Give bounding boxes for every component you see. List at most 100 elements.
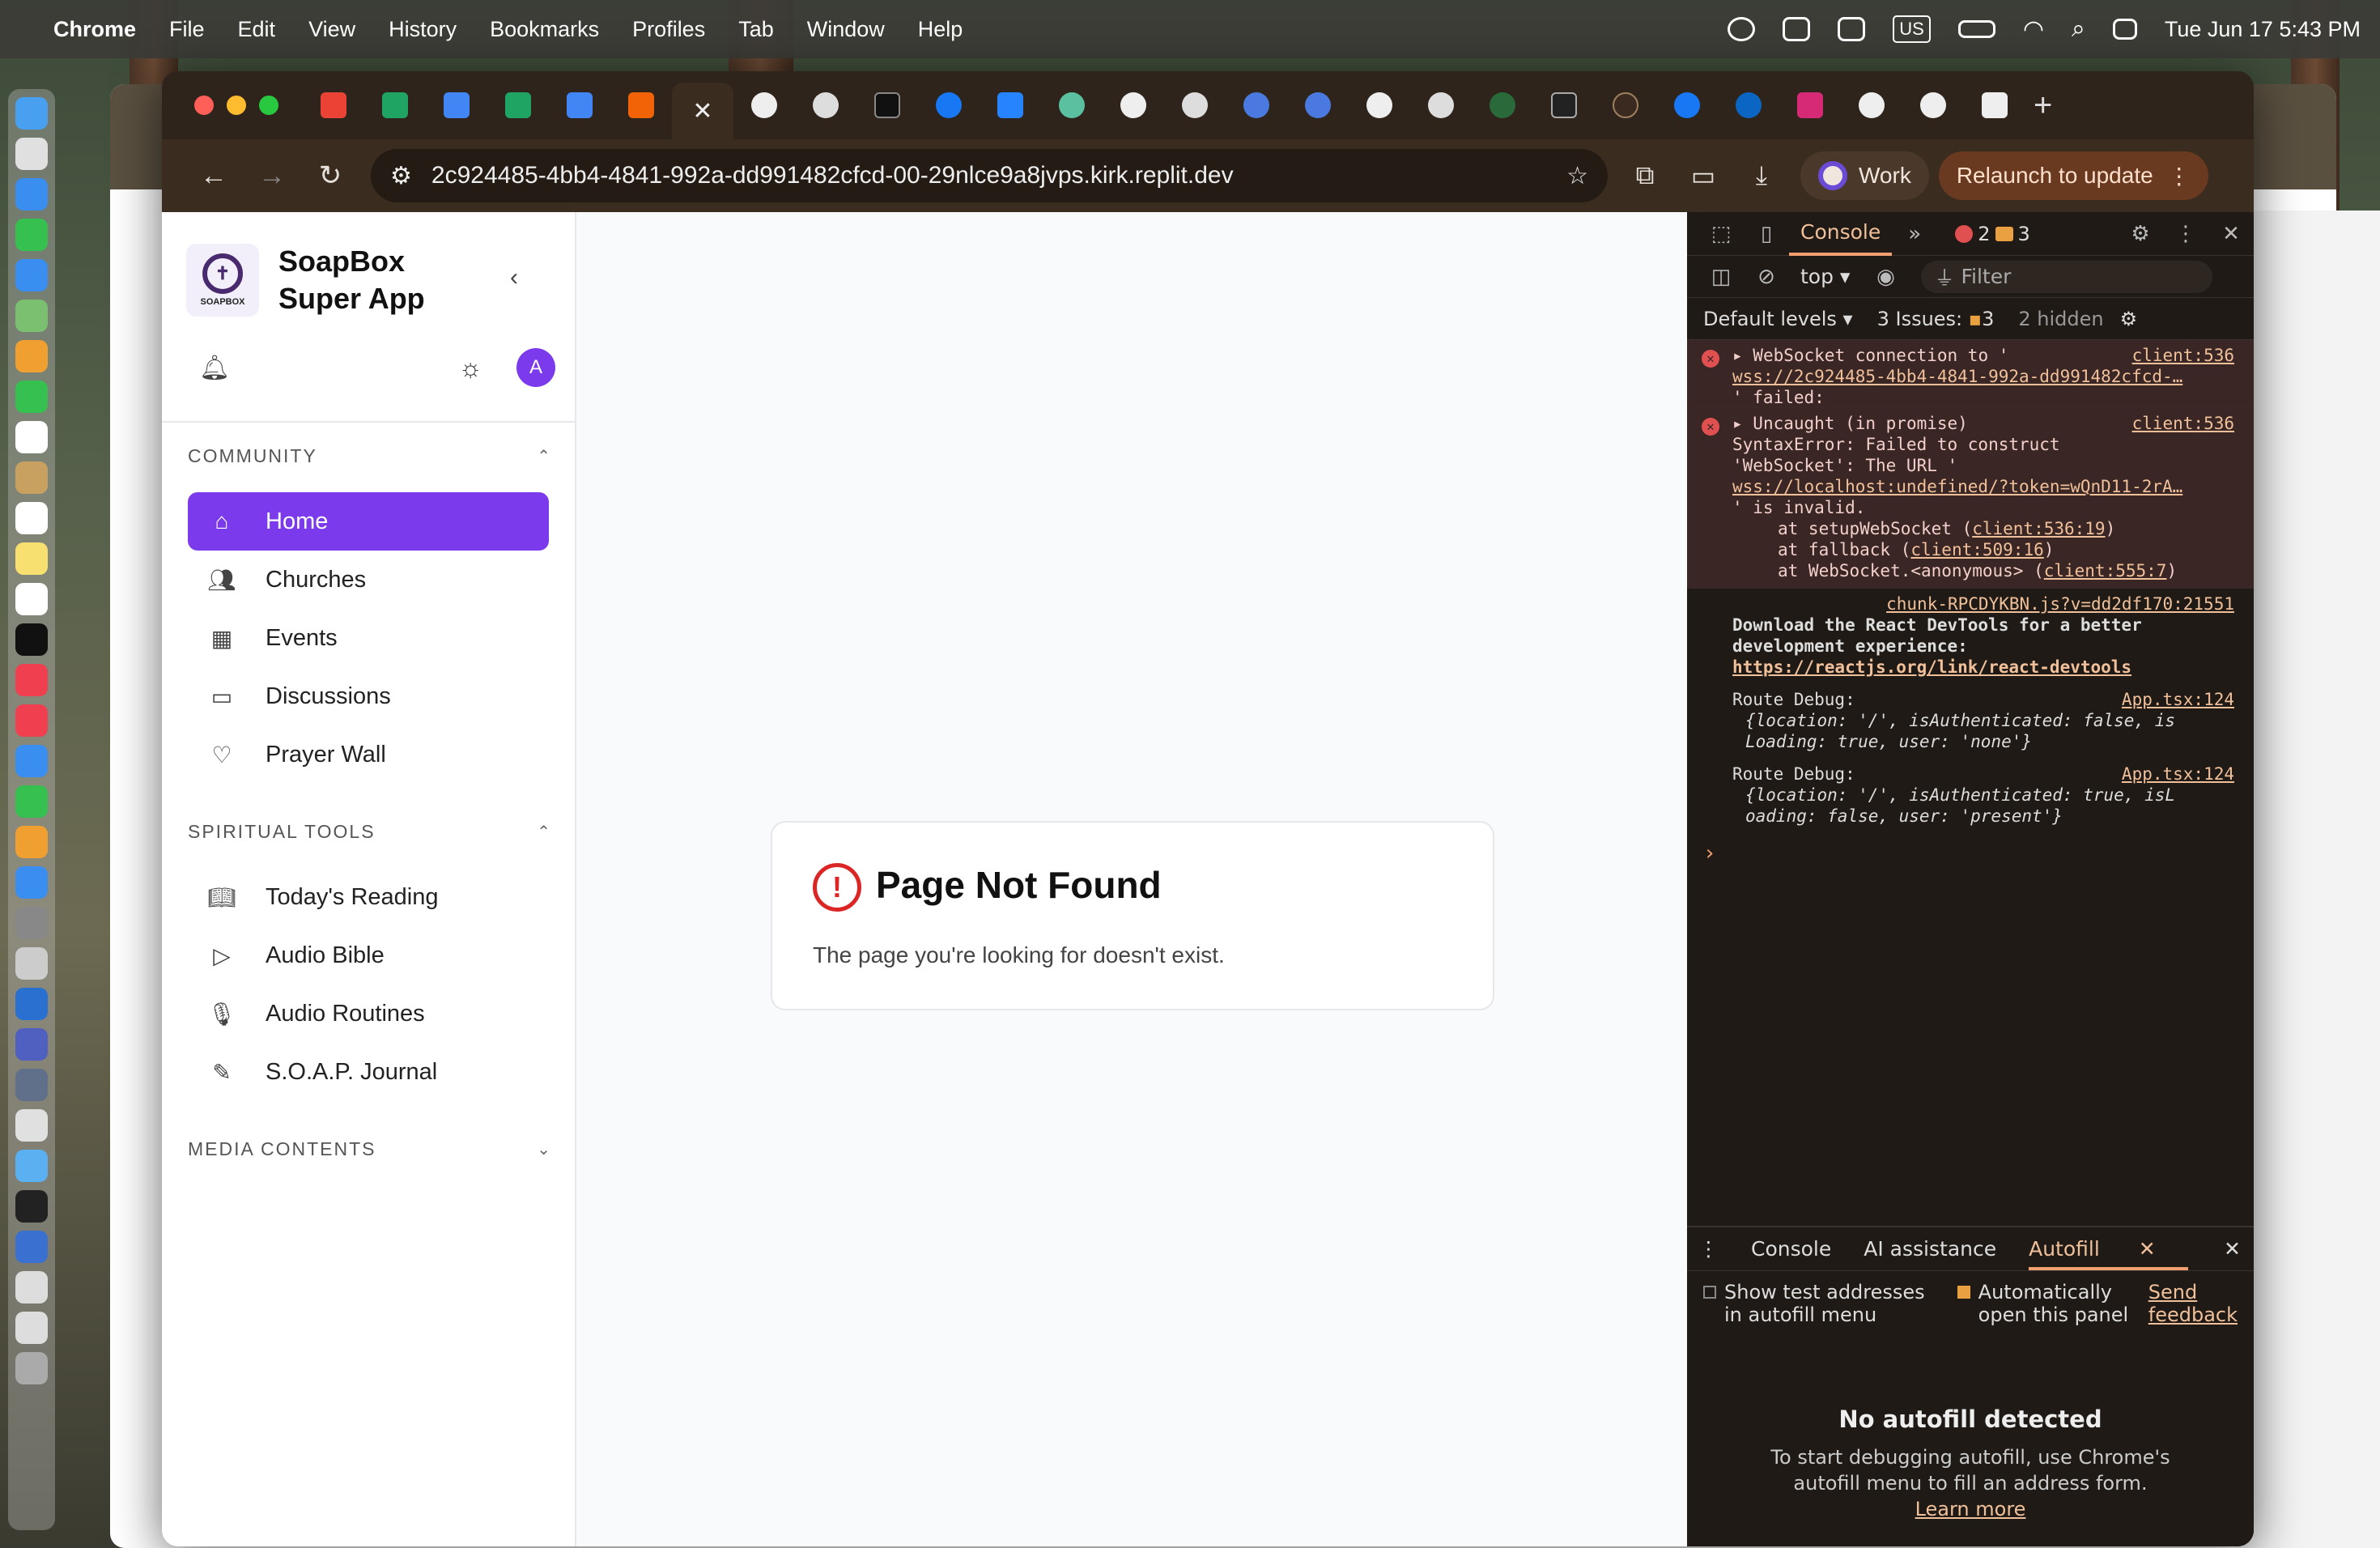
section-community[interactable]: COMMUNITY ⌃ [188,445,552,467]
tab-google-2[interactable] [1841,81,1902,130]
console-object[interactable]: oading: false, user: 'present'} [1732,806,2234,827]
menu-tab[interactable]: Tab [738,17,774,42]
menu-window[interactable]: Window [807,17,885,42]
console-object[interactable]: {location: '/', isAuthenticated: true, i… [1732,785,2234,806]
send-feedback-link[interactable]: Send feedback [2148,1281,2238,1326]
tab-github-2[interactable] [1349,81,1410,130]
sidebar-item-events[interactable]: ▦ Events [188,609,549,667]
tab-search-icon[interactable]: ▭ [1674,160,1732,191]
tab-replit[interactable] [610,81,672,130]
devtools-more-icon[interactable]: ⋮ [2163,222,2208,246]
menu-bookmarks[interactable]: Bookmarks [490,17,599,42]
sidebar-item-todays-reading[interactable]: 📖︎ Today's Reading [188,868,549,926]
tab-active-close[interactable]: ✕ [672,83,733,139]
console-settings-icon[interactable]: ⚙ [2120,308,2138,330]
wifi-icon[interactable]: ◠ [2023,15,2044,44]
back-icon[interactable]: ← [185,160,243,192]
console-link[interactable]: wss://2c924485-4bb4-4841-992a-dd991482cf… [1732,366,2234,387]
source-link[interactable]: chunk-RPCDYKBN.js?v=dd2df170:21551 [1886,594,2234,614]
close-window-button[interactable] [194,96,214,115]
url-text[interactable]: 2c924485-4bb4-4841-992a-dd991482cfcd-00-… [431,162,1566,189]
documents-icon[interactable] [15,1271,48,1303]
tab-console[interactable]: Console [1789,212,1893,256]
menu-app-name[interactable]: Chrome [53,17,136,42]
filter-input[interactable]: ⏚ Filter [1921,260,2213,293]
tab-instagram[interactable] [1779,81,1841,130]
outlook-icon[interactable] [1783,17,1811,41]
source-link[interactable]: App.tsx:124 [2122,763,2234,785]
tab-amazon[interactable] [1964,81,2025,130]
sidebar-item-soap-journal[interactable]: ✎ S.O.A.P. Journal [188,1043,549,1101]
source-link[interactable]: client:536 [2132,413,2234,434]
tab-grammarly[interactable] [1410,81,1472,130]
calendar-icon[interactable] [15,421,48,453]
chevron-up-icon[interactable]: ⌃ [537,446,552,466]
apple-tv-icon[interactable] [15,623,48,656]
1password-icon[interactable] [15,1231,48,1263]
keyboard-layout[interactable]: US [1893,15,1931,43]
iphone-mirroring-icon[interactable] [15,947,48,980]
search-icon[interactable]: ⌕ [2072,15,2085,43]
settings-gear-icon[interactable]: ⚙ [2118,222,2163,246]
sidebar-item-churches[interactable]: 👥︎ Churches [188,551,549,609]
reload-icon[interactable]: ↻ [301,159,359,192]
new-tab-button[interactable]: + [2034,87,2052,124]
console-link[interactable]: https://reactjs.org/link/react-devtools [1732,657,2234,678]
menu-history[interactable]: History [389,17,457,42]
numbers-icon[interactable] [15,785,48,818]
stack-link[interactable]: client:555:7 [2044,561,2167,580]
context-selector[interactable]: top ▾ [1800,265,1850,288]
device-toolbar-icon[interactable]: ▯ [1744,222,1789,246]
console-object[interactable]: Loading: true, user: 'none'} [1732,731,2234,752]
extensions-icon[interactable]: ⧉ [1616,160,1674,191]
facetime-icon[interactable] [15,381,48,413]
tab-openai-2[interactable] [1164,81,1226,130]
news-icon[interactable] [15,704,48,737]
tab-confluence[interactable] [980,81,1041,130]
tab-docs[interactable] [426,81,487,130]
sidebar-item-discussions[interactable]: ▭ Discussions [188,667,549,725]
app-store-icon[interactable] [15,866,48,899]
tab-sheets-2[interactable] [487,81,549,130]
section-media-contents[interactable]: MEDIA CONTENTS ⌄ [188,1138,552,1160]
checkbox[interactable] [1957,1286,1970,1299]
checkbox[interactable] [1703,1286,1716,1299]
stack-link[interactable]: client:536:19 [1972,519,2105,538]
clear-console-icon[interactable]: ⊘ [1744,265,1789,289]
relaunch-button[interactable]: Relaunch to update ⋮ [1938,151,2208,200]
tab-facebook-2[interactable] [1656,81,1718,130]
contacts-icon[interactable] [15,461,48,494]
close-devtools-icon[interactable]: ✕ [2208,222,2254,246]
live-expression-eye-icon[interactable]: ◉ [1863,265,1908,289]
source-link[interactable]: App.tsx:124 [2122,689,2234,710]
freeform-icon[interactable] [15,583,48,615]
inspect-element-icon[interactable]: ⬚ [1698,222,1744,246]
download-icon[interactable]: ⤓ [1732,160,1791,191]
zoom-window-button[interactable] [259,96,278,115]
screen-sharing-icon[interactable] [15,1069,48,1101]
tab-leaf[interactable] [1472,81,1533,130]
minimize-window-button[interactable] [227,96,246,115]
collapse-sidebar-icon[interactable]: ‹ [510,264,518,291]
tab-facebook[interactable] [918,81,980,130]
menu-view[interactable]: View [308,17,355,42]
music-icon[interactable] [15,664,48,696]
menu-help[interactable]: Help [918,17,963,42]
console-log-react-devtools[interactable]: chunk-RPCDYKBN.js?v=dd2df170:21551 Downl… [1687,589,2254,684]
tab-google[interactable] [1103,81,1164,130]
downloads-icon[interactable] [15,1312,48,1344]
teams-dock-icon[interactable] [15,1028,48,1061]
console-object[interactable]: {location: '/', isAuthenticated: false, … [1732,710,2234,731]
drawer-menu-icon[interactable]: ⋮ [1698,1237,1719,1261]
clock[interactable]: Tue Jun 17 5:43 PM [2165,17,2361,42]
pages-icon[interactable] [15,826,48,858]
battery-icon[interactable] [1957,20,1995,38]
site-info-icon[interactable]: ⚙ [390,162,412,190]
close-drawer-icon[interactable]: ✕ [2224,1237,2241,1261]
console-log-route-debug-2[interactable]: App.tsx:124 Route Debug: {location: '/',… [1687,759,2254,833]
photos-icon[interactable] [15,340,48,372]
keynote-icon[interactable] [15,745,48,777]
chevron-up-icon[interactable]: ⌃ [537,822,552,842]
sidebar-item-prayer-wall[interactable]: ♡ Prayer Wall [188,725,549,784]
tab-gemini[interactable] [1226,81,1287,130]
